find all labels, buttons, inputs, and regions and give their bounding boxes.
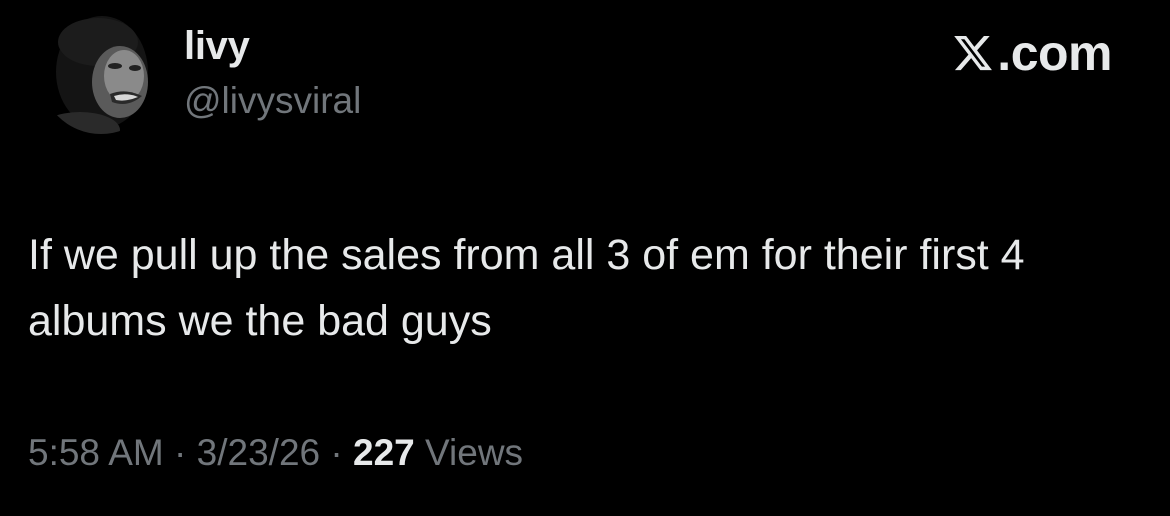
views-count: 227 bbox=[353, 432, 415, 473]
author-handle[interactable]: @livysviral bbox=[184, 80, 361, 122]
author-display-name[interactable]: livy bbox=[184, 24, 250, 69]
meta-separator: · bbox=[320, 432, 353, 473]
tweet-text: If we pull up the sales from all 3 of em… bbox=[28, 231, 1025, 345]
avatar-photo bbox=[40, 12, 162, 134]
brand-domain-text: .com bbox=[997, 25, 1112, 81]
x-logo-icon bbox=[954, 35, 993, 71]
tweet-card: livy @livysviral .com If we pull up the … bbox=[0, 0, 1170, 516]
meta-separator: · bbox=[163, 432, 197, 473]
views-label: Views bbox=[425, 432, 524, 473]
tweet-meta: 5:58 AM · 3/23/26 · 227 Views bbox=[28, 432, 523, 474]
avatar[interactable] bbox=[40, 12, 162, 134]
tweet-date[interactable]: 3/23/26 bbox=[197, 432, 320, 473]
tweet-time[interactable]: 5:58 AM bbox=[28, 432, 164, 473]
brand-watermark: .com bbox=[951, 24, 1112, 82]
